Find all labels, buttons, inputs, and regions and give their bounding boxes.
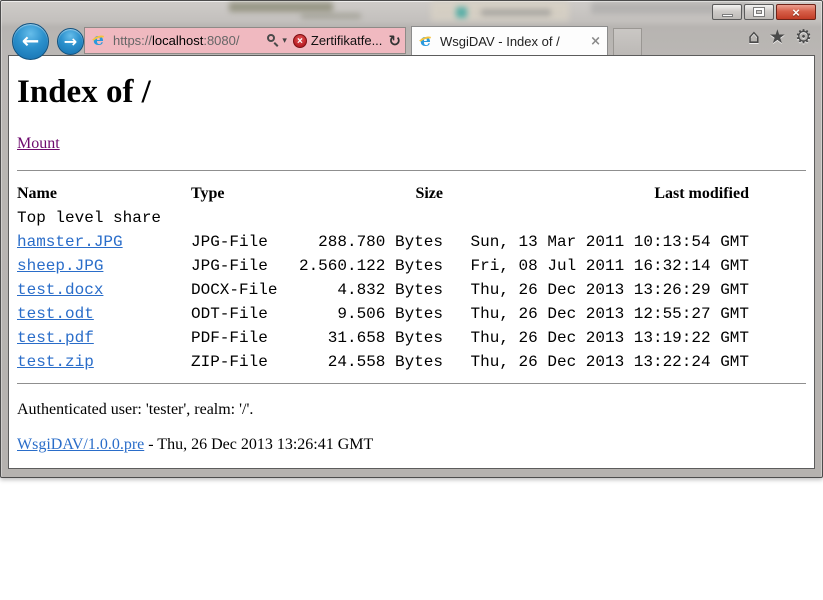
file-modified: Thu, 26 Dec 2013 13:26:29 GMT [443,278,749,302]
tab-close-icon[interactable]: × [590,34,601,49]
file-type: JPG-File [191,254,291,278]
forward-arrow-icon: → [64,34,77,50]
file-link[interactable]: test.docx [17,281,103,299]
directory-listing-table: Name Type Size Last modified Top level s… [17,182,749,374]
file-size: 31.658 Bytes [291,326,443,350]
minimize-icon [722,14,733,17]
file-size: 4.832 Bytes [291,278,443,302]
mount-link[interactable]: Mount [17,135,60,152]
glass-reflection [456,7,467,18]
file-modified: Thu, 26 Dec 2013 13:19:22 GMT [443,326,749,350]
column-header-modified: Last modified [443,182,749,206]
file-size: 9.506 Bytes [291,302,443,326]
cert-error-label: Zertifikatfe... [311,33,383,48]
back-arrow-icon: ← [22,31,40,52]
divider [17,170,806,171]
file-size: 2.560.122 Bytes [291,254,443,278]
close-icon: × [792,6,800,19]
divider [17,383,806,384]
new-tab-button[interactable] [613,28,642,55]
table-row: sheep.JPG JPG-File 2.560.122 Bytes Fri, … [17,254,749,278]
column-header-size: Size [291,182,443,206]
ie-logo-icon: e [91,32,108,49]
url-text: https://localhost:8080/ [113,33,240,48]
search-dropdown-caret-icon[interactable]: ▾ [282,36,287,46]
table-row: test.odt ODT-File 9.506 Bytes Thu, 26 De… [17,302,749,326]
maximize-icon [754,8,764,16]
back-button[interactable]: ← [12,23,49,60]
file-type: ODT-File [191,302,291,326]
column-header-name: Name [17,182,191,206]
close-window-button[interactable]: × [776,4,816,20]
url-scheme: https:// [113,33,152,48]
table-row: test.zip ZIP-File 24.558 Bytes Thu, 26 D… [17,350,749,374]
toolbar-icons: ⌂ ★ ⚙ [739,28,812,47]
file-link[interactable]: test.zip [17,353,94,371]
server-signature: WsgiDAV/1.0.0.pre - Thu, 26 Dec 2013 13:… [17,435,806,454]
glass-reflection [229,2,333,12]
tab-title: WsgiDAV - Index of / [440,34,584,49]
file-modified: Thu, 26 Dec 2013 12:55:27 GMT [443,302,749,326]
file-modified: Fri, 08 Jul 2011 16:32:14 GMT [443,254,749,278]
minimize-button[interactable] [712,4,742,20]
cert-error-icon: × [293,34,307,48]
page-viewport: Index of / Mount Name Type Size Last mod… [8,55,815,469]
home-icon[interactable]: ⌂ [748,28,760,47]
file-type: DOCX-File [191,278,291,302]
settings-gear-icon[interactable]: ⚙ [795,28,812,47]
file-type: ZIP-File [191,350,291,374]
file-size: 288.780 Bytes [291,230,443,254]
file-type: PDF-File [191,326,291,350]
url-path: :8080/ [203,33,239,48]
file-size: 24.558 Bytes [291,350,443,374]
share-label: Top level share [17,206,749,230]
file-modified: Sun, 13 Mar 2011 10:13:54 GMT [443,230,749,254]
column-header-type: Type [191,182,291,206]
glass-reflection [301,13,361,19]
certificate-error-button[interactable]: × Zertifikatfe... [293,33,383,48]
forward-button[interactable]: → [57,28,84,55]
tab-ie-logo-icon: e [418,33,435,50]
file-link[interactable]: test.pdf [17,329,94,347]
table-row: test.docx DOCX-File 4.832 Bytes Thu, 26 … [17,278,749,302]
table-row: test.pdf PDF-File 31.658 Bytes Thu, 26 D… [17,326,749,350]
share-row: Top level share [17,206,749,230]
server-version-link[interactable]: WsgiDAV/1.0.0.pre [17,436,144,453]
table-header-row: Name Type Size Last modified [17,182,749,206]
table-row: hamster.JPG JPG-File 288.780 Bytes Sun, … [17,230,749,254]
url-host: localhost [152,33,203,48]
refresh-icon[interactable]: ↻ [388,32,401,50]
file-link[interactable]: test.odt [17,305,94,323]
window-controls: × [712,4,816,20]
favorites-star-icon[interactable]: ★ [769,28,786,47]
page-title: Index of / [17,74,806,110]
address-bar-actions: ▾ × Zertifikatfe... ↻ [266,32,401,50]
glass-reflection [481,9,551,16]
maximize-button[interactable] [744,4,774,20]
address-bar[interactable]: e https://localhost:8080/ ▾ × Zertifikat… [84,27,406,54]
browser-window: × ← → e https://localhost:8080/ ▾ × Zert… [0,0,823,478]
file-link[interactable]: sheep.JPG [17,257,103,275]
file-modified: Thu, 26 Dec 2013 13:22:24 GMT [443,350,749,374]
search-icon[interactable] [266,34,279,47]
server-timestamp: - Thu, 26 Dec 2013 13:26:41 GMT [144,436,373,453]
auth-status-text: Authenticated user: 'tester', realm: '/'… [17,400,806,419]
file-link[interactable]: hamster.JPG [17,233,123,251]
window-titlebar[interactable]: × [1,1,822,25]
browser-tab[interactable]: e WsgiDAV - Index of / × [411,26,608,55]
file-type: JPG-File [191,230,291,254]
